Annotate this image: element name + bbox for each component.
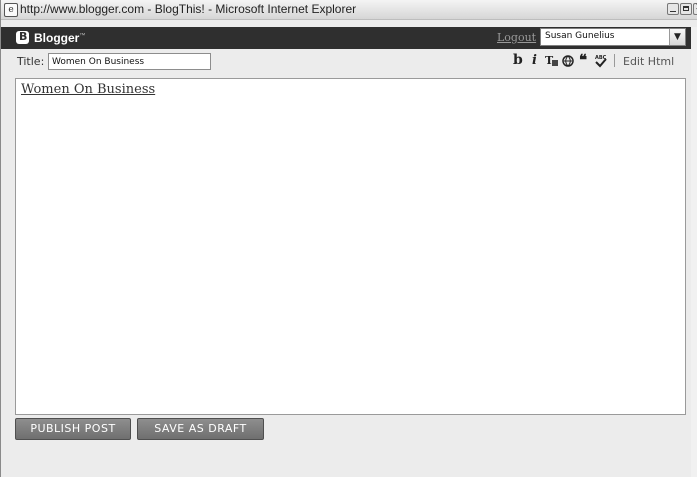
browser-window: e http://www.blogger.com - BlogThis! - M…	[0, 0, 697, 477]
user-select-value: Susan Gunelius	[545, 31, 615, 41]
ie-page-icon: e	[4, 3, 18, 17]
logout-link[interactable]: Logout	[497, 31, 536, 44]
blogger-logo-icon: B	[16, 30, 29, 44]
toolbar-divider	[614, 54, 615, 67]
window-edge	[691, 27, 697, 477]
bold-icon[interactable]: b	[513, 52, 523, 68]
edit-html-tab[interactable]: Edit Html	[623, 55, 674, 68]
font-color-icon[interactable]: T	[545, 54, 559, 68]
window-titlebar: e http://www.blogger.com - BlogThis! - M…	[1, 0, 697, 20]
minimize-button[interactable]	[667, 3, 679, 15]
post-body-link[interactable]: Women On Business	[21, 82, 155, 97]
blockquote-icon[interactable]: ❝	[579, 51, 587, 69]
maximize-button[interactable]	[680, 3, 692, 15]
link-icon[interactable]	[561, 54, 575, 68]
chevron-down-icon[interactable]: ▼	[669, 29, 685, 45]
post-title-input[interactable]	[48, 53, 211, 70]
close-button[interactable]	[693, 2, 697, 15]
user-select-dropdown[interactable]: Susan Gunelius ▼	[540, 28, 686, 46]
save-as-draft-button[interactable]: SAVE AS DRAFT	[137, 418, 264, 440]
italic-icon[interactable]: i	[532, 53, 537, 68]
title-label: Title:	[17, 55, 45, 68]
spellcheck-icon[interactable]: ABC	[594, 54, 608, 68]
blogger-logo-text: Blogger™	[34, 31, 86, 45]
post-body-editor[interactable]: Women On Business	[15, 78, 686, 415]
publish-post-button[interactable]: PUBLISH POST	[15, 418, 131, 440]
window-title: http://www.blogger.com - BlogThis! - Mic…	[20, 2, 357, 16]
trademark-mark: ™	[79, 33, 86, 39]
